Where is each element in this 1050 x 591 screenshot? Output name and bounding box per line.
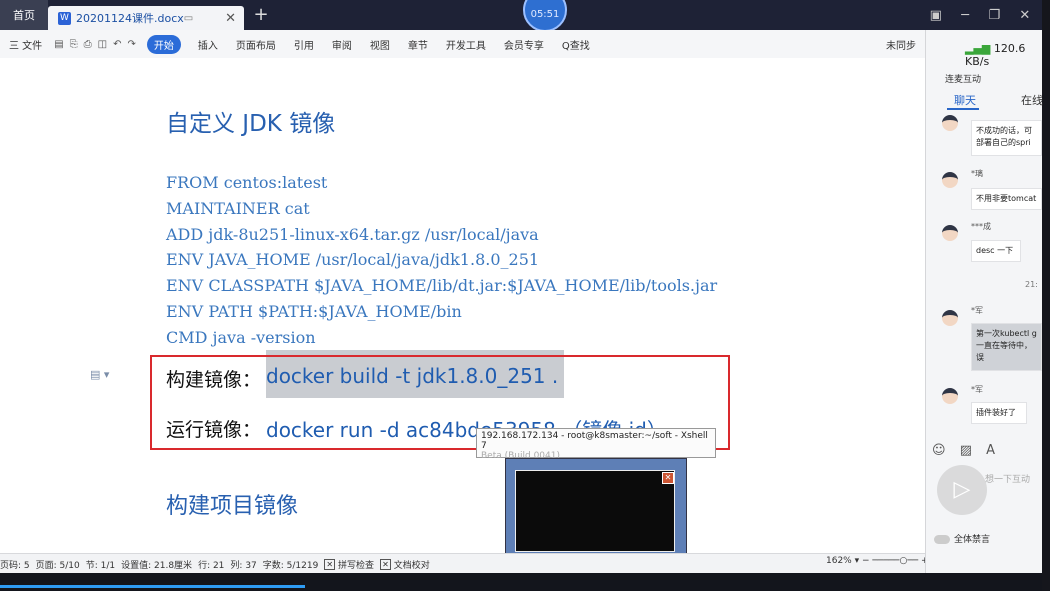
status-page[interactable]: 页面: 5/10	[36, 558, 80, 571]
chat-sender: *军	[971, 385, 983, 394]
lianmai-label[interactable]: 连麦互动	[945, 72, 981, 85]
terminal-preview	[515, 470, 675, 552]
word-doc-icon: W	[58, 11, 71, 25]
heading-jdk-image: 自定义 JDK 镜像	[166, 111, 336, 137]
panel-edge	[1042, 0, 1050, 591]
run-label: 运行镜像：	[166, 419, 262, 441]
code-line: CMD java -version	[166, 328, 316, 347]
code-line: FROM centos:latest	[166, 173, 328, 192]
zoom-level[interactable]: 162% ▾ − ─────○── +	[826, 556, 929, 566]
avatar	[942, 388, 958, 404]
search-button[interactable]: Q查找	[562, 37, 590, 52]
spellcheck-icon[interactable]: ✕	[324, 558, 336, 570]
save-icon[interactable]: ▤	[54, 39, 63, 50]
status-section: 节: 1/1	[85, 560, 116, 571]
export-icon[interactable]: ⎘	[70, 39, 78, 50]
mute-all-toggle[interactable]: 全体禁言	[934, 532, 990, 545]
chat-message: 插件装好了	[971, 402, 1027, 424]
preview-close-icon[interactable]: ✕	[662, 472, 674, 484]
tab-view[interactable]: 视图	[370, 37, 390, 52]
tab-developer[interactable]: 开发工具	[446, 37, 486, 52]
font-icon[interactable]: A	[986, 443, 995, 458]
avatar	[942, 310, 958, 326]
play-icon[interactable]: ▷	[937, 465, 987, 515]
status-row: 行: 21	[198, 560, 225, 571]
heading-project-image: 构建项目镜像	[166, 494, 299, 519]
tooltip-title: 192.168.172.134 - root@k8smaster:~/soft …	[481, 431, 708, 451]
proof-icon[interactable]: ✕	[380, 558, 391, 570]
emoji-icon[interactable]: ☺	[932, 443, 946, 458]
restore-icon[interactable]: ❐	[988, 8, 1000, 23]
file-menu[interactable]: 三 文件	[9, 37, 42, 52]
sync-status[interactable]: 未同步	[886, 37, 916, 52]
chat-tools: ☺ ▨ A	[932, 443, 995, 458]
close-icon[interactable]: ✕	[225, 11, 236, 26]
code-line: ADD jdk-8u251-linux-x64.tar.gz /usr/loca…	[166, 225, 539, 244]
mute-label: 全体禁言	[954, 535, 991, 545]
pin-icon[interactable]: ▭	[184, 13, 193, 24]
status-words[interactable]: 字数: 5/1219	[263, 558, 319, 571]
chat-message: 不成功的话，可部署自己的spri	[971, 120, 1042, 156]
status-page-code: 页码: 5	[0, 560, 30, 571]
minimize-icon[interactable]: ─	[961, 8, 969, 23]
tab-reference[interactable]: 引用	[294, 37, 314, 52]
close-window-icon[interactable]: ✕	[1019, 8, 1030, 23]
code-line: MAINTAINER cat	[166, 199, 310, 218]
image-icon[interactable]: ▨	[960, 443, 972, 458]
toggle-switch[interactable]	[934, 535, 950, 544]
code-line: ENV PATH $PATH:$JAVA_HOME/bin	[166, 302, 462, 321]
tab-online[interactable]: 在线	[1021, 92, 1043, 108]
code-line: ENV JAVA_HOME /usr/local/java/jdk1.8.0_2…	[166, 250, 540, 269]
status-setting: 设置值: 21.8厘米	[121, 560, 193, 571]
chat-timestamp: 21:	[1025, 280, 1038, 289]
tab-chapter[interactable]: 章节	[408, 37, 428, 52]
status-bar: 页码: 5 页面: 5/10 节: 1/1 设置值: 21.8厘米 行: 21 …	[0, 553, 925, 574]
tab-home[interactable]: 首页	[0, 0, 48, 30]
build-command: docker build -t jdk1.8.0_251 .	[266, 364, 559, 388]
avatar	[942, 115, 958, 131]
video-progress-bar[interactable]	[0, 585, 305, 588]
ribbon-toolbar: 三 文件 ▤ ⎘ ⎙ ◫ ↶ ↷ 开始 插入 页面布局 引用 审阅 视图 章节 …	[0, 30, 925, 59]
chat-input[interactable]: 想一下互动	[985, 472, 1030, 485]
tab-chat[interactable]: 聊天	[954, 92, 976, 108]
undo-icon[interactable]: ↶	[113, 39, 121, 50]
redo-icon[interactable]: ↷	[127, 39, 135, 50]
code-line: ENV CLASSPATH $JAVA_HOME/lib/dt.jar:$JAV…	[166, 276, 718, 295]
new-tab-button[interactable]: +	[250, 4, 272, 26]
tab-insert[interactable]: 插入	[198, 37, 218, 52]
chat-message: 第一次kubectl g一直在等待中，误	[971, 323, 1042, 371]
status-col: 列: 37	[230, 560, 257, 571]
signal-icon: ▂▄▆	[965, 42, 991, 55]
chat-sender: *军	[971, 306, 983, 315]
tab-page-layout[interactable]: 页面布局	[236, 37, 276, 52]
chat-message: 不用非要tomcat	[971, 188, 1042, 210]
tab-document[interactable]: W 20201124课件.docx ▭ ✕	[48, 6, 244, 30]
tab-member[interactable]: 会员专享	[504, 37, 544, 52]
proof-button[interactable]: 文档校对	[394, 558, 430, 571]
avatar	[942, 172, 958, 188]
document-canvas	[0, 58, 925, 553]
avatar	[942, 225, 958, 241]
paragraph-marker-icon[interactable]: ▤ ▾	[90, 368, 109, 381]
video-bottom-band	[0, 573, 1050, 591]
tab-review[interactable]: 审阅	[332, 37, 352, 52]
print-icon[interactable]: ⎙	[84, 39, 92, 50]
spellcheck-button[interactable]: 拼写检查	[338, 558, 374, 571]
chat-sender: *璃	[971, 169, 983, 178]
chat-sender: ***成	[971, 222, 991, 231]
layout-icon[interactable]: ▣	[930, 8, 942, 23]
tab-start[interactable]: 开始	[146, 34, 181, 54]
zoom-value: 162%	[826, 556, 852, 566]
preview-icon[interactable]: ◫	[98, 39, 107, 50]
network-speed: ▂▄▆ 120.6 KB/s	[965, 42, 1050, 68]
window-tooltip: 192.168.172.134 - root@k8smaster:~/soft …	[476, 428, 716, 461]
active-tab-indicator	[947, 108, 979, 110]
window-controls: ▣ ─ ❐ ✕	[920, 0, 1040, 30]
chat-message: desc 一下	[971, 240, 1021, 262]
tab-document-label: 20201124课件.docx	[76, 12, 184, 25]
build-label: 构建镜像：	[166, 369, 262, 391]
